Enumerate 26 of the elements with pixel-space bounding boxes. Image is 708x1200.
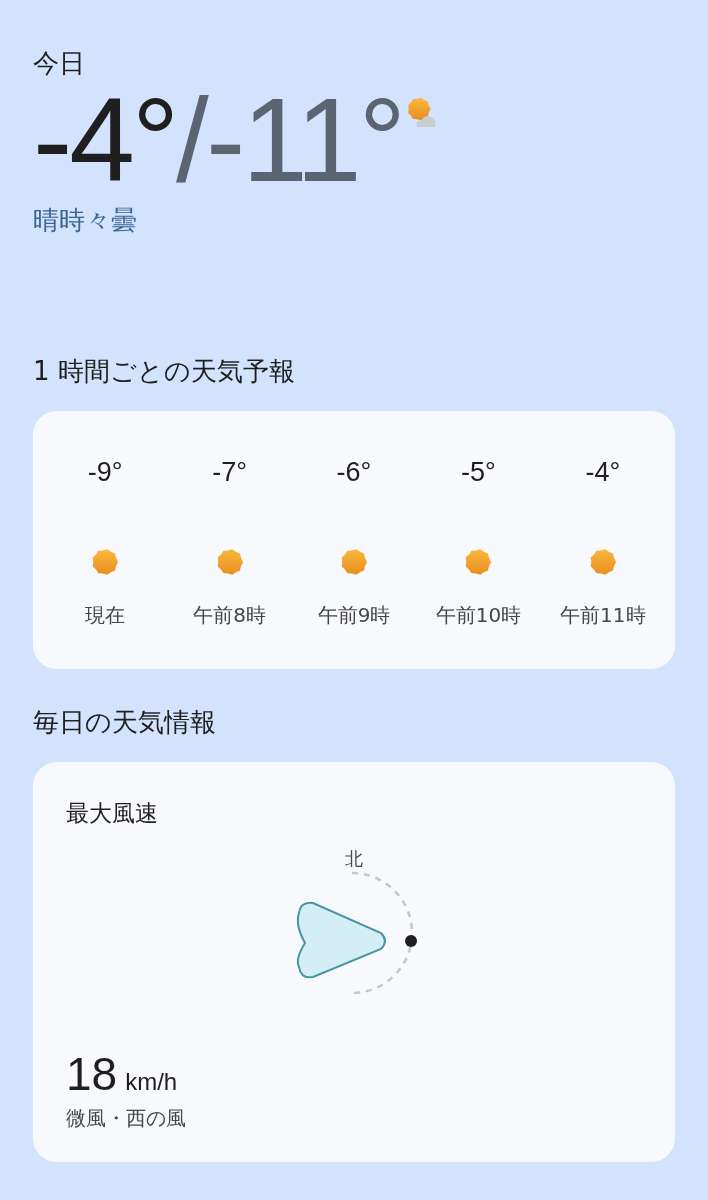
hourly-temperature: -9°	[87, 457, 123, 489]
high-temperature: -4°	[33, 81, 177, 200]
section-title: 1 時間ごとの天気予報	[33, 355, 296, 389]
weather-condition: 晴時々曇	[33, 204, 138, 238]
wind-speed-unit: km/h	[125, 1068, 178, 1097]
sun-icon	[588, 548, 617, 577]
hourly-temperature: -6°	[336, 457, 372, 489]
today-label: 今日	[33, 48, 86, 80]
wind-description: 微風・西の風	[66, 1105, 187, 1133]
compass-north-label: 北	[345, 847, 363, 872]
hourly-time: 午前10時	[435, 602, 522, 630]
section-title: 毎日の天気情報	[33, 706, 217, 740]
sun-icon	[91, 548, 120, 577]
low-temperature: /-11°	[176, 81, 403, 200]
hourly-time: 午前9時	[317, 602, 391, 630]
sun-icon	[340, 548, 368, 577]
wind-title: 最大風速	[66, 799, 159, 829]
hourly-temperature: -4°	[585, 457, 621, 489]
hourly-temperature: -5°	[461, 457, 496, 489]
hourly-time: 午前8時	[193, 602, 266, 630]
hourly-temperature: -7°	[212, 457, 247, 489]
hourly-time: 現在	[85, 602, 126, 630]
sun-icon	[215, 548, 244, 577]
sun-icon	[464, 548, 493, 577]
hourly-time: 午前11時	[560, 602, 646, 630]
wind-speed: 18	[66, 1047, 118, 1102]
